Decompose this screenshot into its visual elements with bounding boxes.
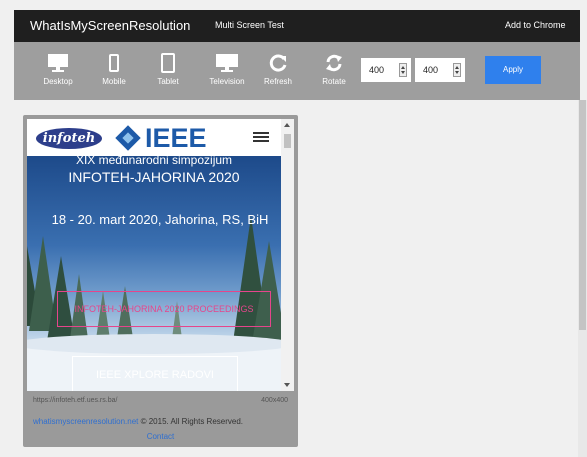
device-scrollbar[interactable]	[281, 119, 294, 391]
tablet-label: Tablet	[157, 77, 179, 86]
device-url: https://infoteh.etf.ues.rs.ba/	[33, 397, 118, 404]
contact-link[interactable]: Contact	[23, 432, 298, 441]
refresh-button[interactable]: Refresh	[258, 50, 298, 86]
site-link[interactable]: whatismyscreenresolution.net	[33, 417, 138, 426]
ieee-text: IEEE	[145, 122, 207, 153]
device-frame: infoteh IEEE XIX međunarodni simpozijum …	[23, 115, 298, 447]
width-stepper[interactable]	[399, 63, 407, 77]
refresh-icon	[258, 50, 298, 76]
height-input[interactable]: 400	[415, 58, 465, 82]
refresh-label: Refresh	[263, 77, 292, 86]
add-to-chrome-link[interactable]: Add to Chrome	[505, 20, 566, 30]
television-icon	[202, 50, 252, 76]
ieee-logo[interactable]: IEEE	[115, 122, 207, 153]
brand-link[interactable]: WhatIsMyScreenResolution	[30, 18, 190, 33]
height-value: 400	[423, 65, 439, 75]
device-screen: infoteh IEEE XIX međunarodni simpozijum …	[27, 119, 294, 391]
mobile-button[interactable]: Mobile	[94, 50, 134, 86]
desktop-button[interactable]: Desktop	[36, 50, 80, 86]
rotate-label: Rotate	[322, 77, 346, 86]
page-scroll-thumb[interactable]	[579, 100, 586, 330]
proceedings-button[interactable]: INFOTEH-JAHORINA 2020 PROCEEDINGS	[57, 291, 271, 327]
copyright-line: whatismyscreenresolution.net © 2015. All…	[33, 417, 243, 426]
desktop-icon	[36, 50, 80, 76]
infoteh-logo[interactable]: infoteh	[36, 128, 102, 149]
top-bar: WhatIsMyScreenResolution Multi Screen Te…	[14, 10, 580, 42]
television-label: Television	[209, 77, 245, 86]
tablet-button[interactable]: Tablet	[148, 50, 188, 86]
hamburger-menu-icon[interactable]	[253, 132, 269, 142]
apply-button[interactable]: Apply	[485, 56, 541, 84]
device-dimensions: 400x400	[261, 397, 288, 404]
page-scrollbar[interactable]	[578, 100, 587, 457]
site-header: infoteh IEEE	[27, 119, 281, 156]
symposium-title: XIX međunarodni simpozijum	[75, 156, 233, 167]
scroll-thumb[interactable]	[284, 134, 291, 148]
television-button[interactable]: Television	[202, 50, 252, 86]
width-input[interactable]: 400	[361, 58, 411, 82]
desktop-label: Desktop	[43, 77, 73, 86]
rotate-button[interactable]: Rotate	[314, 50, 354, 86]
height-stepper[interactable]	[453, 63, 461, 77]
hero-banner: XIX međunarodni simpozijum INFOTEH-JAHOR…	[27, 156, 281, 391]
scroll-down-icon[interactable]	[284, 383, 290, 387]
mobile-label: Mobile	[102, 77, 126, 86]
ieee-xplore-button[interactable]: IEEE XPLORE RADOVI	[72, 356, 238, 391]
ieee-diamond-icon	[115, 125, 141, 151]
multi-screen-test-link[interactable]: Multi Screen Test	[215, 20, 284, 30]
tablet-icon	[148, 50, 188, 76]
device-toolbar: Desktop Mobile Tablet Television Refresh…	[14, 42, 580, 100]
scroll-up-icon[interactable]	[284, 123, 290, 127]
mobile-icon	[94, 50, 134, 76]
event-name: INFOTEH-JAHORINA 2020	[68, 169, 240, 185]
width-value: 400	[369, 65, 385, 75]
copyright-text: © 2015. All Rights Reserved.	[138, 417, 244, 426]
rotate-icon	[314, 50, 354, 76]
event-date-location: 18 - 20. mart 2020, Jahorina, RS, BiH	[51, 212, 269, 227]
